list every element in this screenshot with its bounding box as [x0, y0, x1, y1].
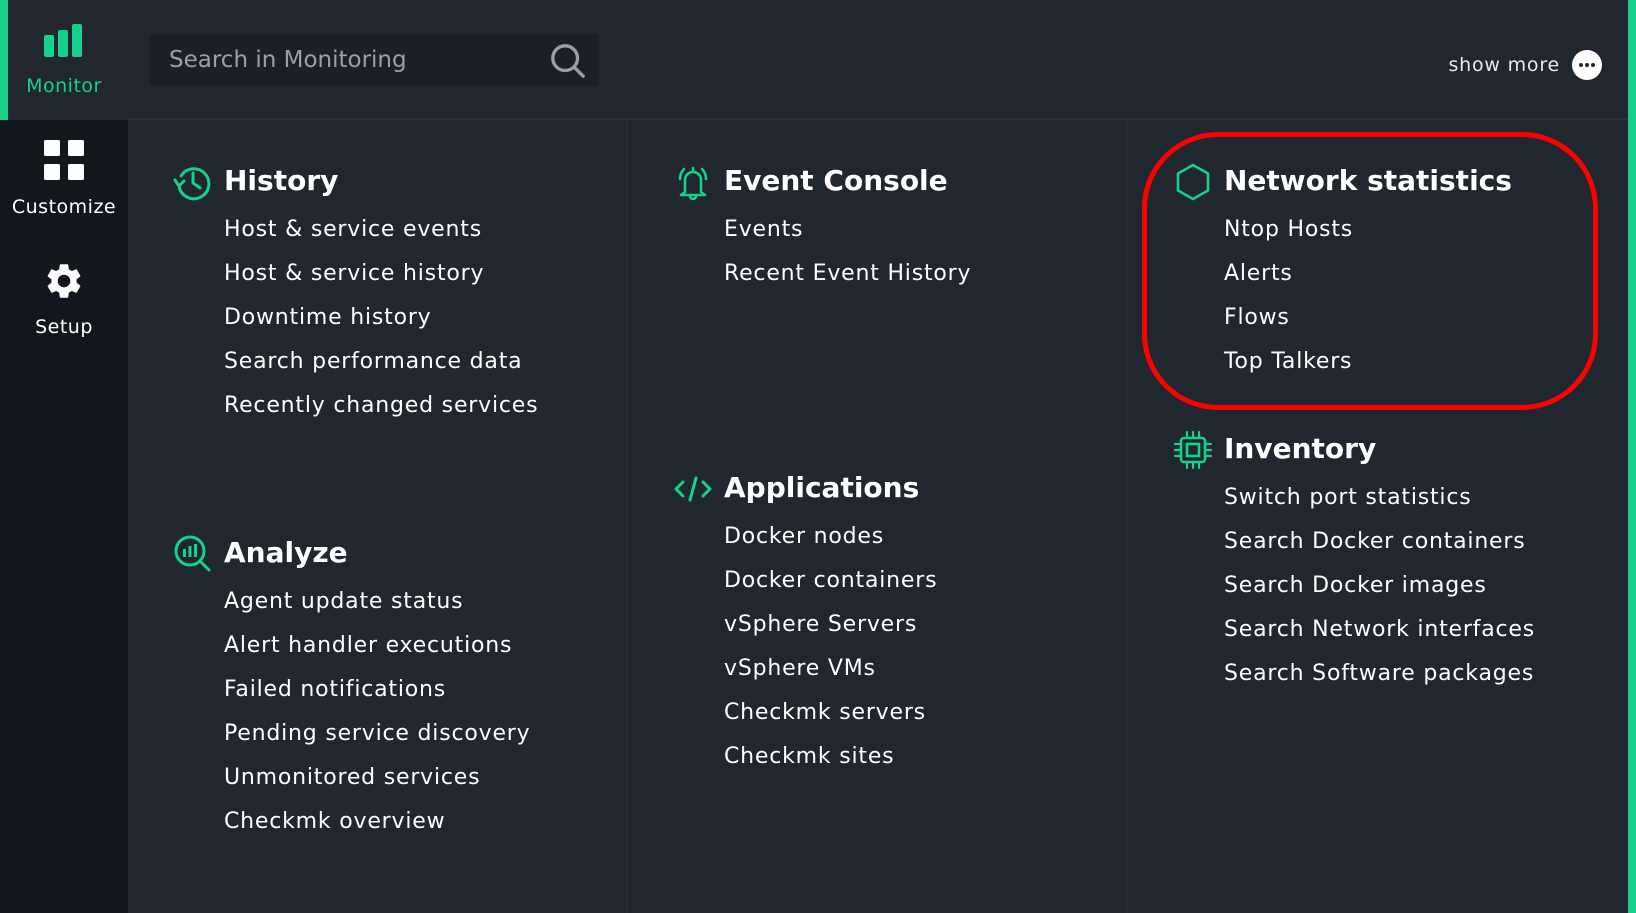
bell-icon [678, 166, 708, 201]
bar-chart-icon [44, 24, 82, 57]
section-title: Inventory [1224, 432, 1377, 465]
menu-item[interactable]: Checkmk sites [724, 742, 937, 786]
sidebar-item-customize[interactable]: Customize [0, 120, 128, 240]
accent-bar [1628, 0, 1636, 913]
section-title: History [224, 164, 339, 197]
menu-item[interactable]: vSphere VMs [724, 654, 937, 698]
menu-item[interactable]: vSphere Servers [724, 610, 937, 654]
sidebar-item-label: Monitor [26, 75, 102, 97]
menu-item[interactable]: Events [724, 215, 971, 259]
section-title: Event Console [724, 164, 948, 197]
menu-item[interactable]: Failed notifications [224, 675, 530, 719]
show-more-button[interactable]: show more [1448, 48, 1602, 82]
sidebar-item-setup[interactable]: Setup [0, 240, 128, 360]
menu-item[interactable]: Search Docker containers [1224, 527, 1535, 571]
header: show more [128, 0, 1628, 120]
menu-item[interactable]: Search performance data [224, 347, 538, 391]
menu-item[interactable]: Recent Event History [724, 259, 971, 303]
column-divider [626, 120, 628, 913]
section-title: Analyze [224, 536, 348, 569]
menu-item[interactable]: Search Docker images [1224, 571, 1535, 615]
menu-item[interactable]: Ntop Hosts [1224, 215, 1353, 259]
sidebar: Monitor Customize Setup [0, 0, 128, 913]
menu-item[interactable]: Downtime history [224, 303, 538, 347]
sidebar-item-monitor[interactable]: Monitor [0, 0, 128, 120]
menu-item[interactable]: Host & service events [224, 215, 538, 259]
search-icon[interactable] [549, 42, 587, 80]
menu-item[interactable]: Alert handler executions [224, 631, 530, 675]
code-icon [674, 476, 712, 502]
sidebar-item-label: Setup [35, 316, 93, 338]
menu-item[interactable]: Search Network interfaces [1224, 615, 1535, 659]
menu-item[interactable]: Checkmk overview [224, 807, 530, 851]
menu-item[interactable]: Agent update status [224, 587, 530, 631]
grid-icon [44, 140, 84, 180]
search-box [149, 34, 599, 86]
analyze-icon [174, 535, 211, 572]
menu-item[interactable]: Docker containers [724, 566, 937, 610]
history-icon [173, 167, 211, 201]
hexagon-icon [1176, 163, 1210, 201]
menu-item[interactable]: Flows [1224, 303, 1353, 347]
menu-item[interactable]: Search Software packages [1224, 659, 1535, 703]
sidebar-item-label: Customize [11, 196, 117, 218]
menu-item[interactable]: Switch port statistics [1224, 483, 1535, 527]
menu-item[interactable]: Top Talkers [1224, 347, 1353, 391]
column-divider [1126, 120, 1128, 913]
show-more-label: show more [1448, 54, 1560, 76]
menu-item[interactable]: Alerts [1224, 259, 1353, 303]
menu-item[interactable]: Docker nodes [724, 522, 937, 566]
chip-icon [1173, 430, 1213, 470]
menu-item[interactable]: Recently changed services [224, 391, 538, 435]
gear-icon [47, 264, 81, 298]
menu-item[interactable]: Pending service discovery [224, 719, 530, 763]
menu-item[interactable]: Host & service history [224, 259, 538, 303]
menu-item[interactable]: Checkmk servers [724, 698, 937, 742]
section-title: Applications [724, 471, 920, 504]
menu-item[interactable]: Unmonitored services [224, 763, 530, 807]
more-dots-icon [1572, 50, 1602, 80]
section-title: Network statistics [1224, 164, 1512, 197]
search-input[interactable] [149, 34, 529, 86]
